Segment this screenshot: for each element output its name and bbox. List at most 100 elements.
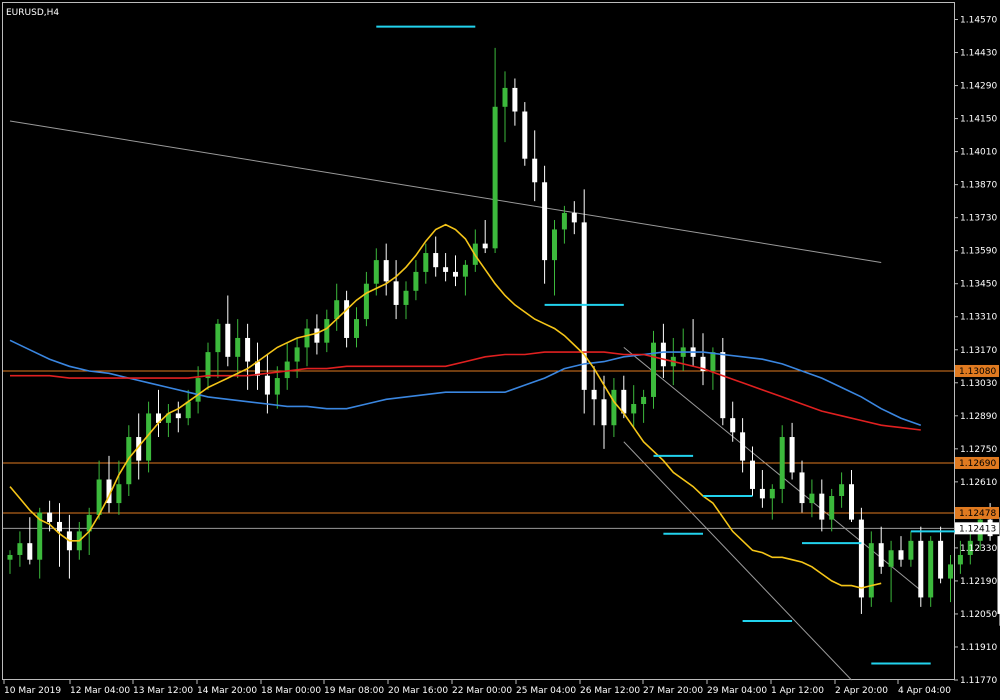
- y-axis: 1.14570 1.14430 1.14290 1.14150 1.14010 1.138…: [954, 16, 999, 686]
- candle-body: [274, 378, 280, 395]
- x-tick-label: 12 Mar 04:00: [70, 686, 130, 696]
- candle-body: [898, 550, 904, 560]
- candle-body: [344, 300, 350, 338]
- candle-body: [542, 182, 548, 261]
- candle-body: [660, 342, 666, 367]
- candle-body: [284, 361, 290, 379]
- candle-body: [453, 271, 458, 277]
- candle-body: [908, 540, 914, 560]
- candle-body: [759, 488, 765, 499]
- candle-body: [532, 158, 538, 183]
- level-price-label: 1.12690: [959, 459, 996, 469]
- candle-body: [383, 260, 389, 282]
- candle-body: [492, 106, 498, 249]
- candle-body: [482, 243, 488, 249]
- y-tick-label: 1.11910: [960, 643, 997, 653]
- level-price-label: 1.12478: [959, 509, 996, 519]
- candle-body: [829, 496, 835, 520]
- candle-body: [621, 389, 627, 414]
- x-tick-label: 4 Apr 04:00: [898, 686, 951, 696]
- candle-body: [611, 389, 617, 426]
- candle-body: [116, 484, 122, 504]
- candle-body: [413, 271, 419, 291]
- candle-body: [957, 554, 963, 565]
- candle-body: [175, 413, 181, 419]
- candle-body: [393, 281, 399, 305]
- candle-body: [363, 283, 369, 320]
- candle-body: [334, 300, 340, 320]
- x-tick-label: 26 Mar 12:00: [580, 686, 640, 696]
- candle-body: [878, 543, 884, 567]
- x-tick-label: 29 Mar 04:00: [707, 686, 767, 696]
- x-tick-label: 13 Mar 12:00: [133, 686, 193, 696]
- y-tick-label: 1.11770: [960, 676, 997, 686]
- candle-body: [769, 488, 775, 499]
- candle-body: [779, 437, 785, 489]
- candle-body: [47, 512, 53, 522]
- candle-body: [304, 328, 310, 348]
- candle-body: [433, 253, 439, 268]
- candle-body: [403, 290, 409, 305]
- candle-body: [868, 543, 874, 598]
- y-tick-label: 1.13170: [960, 346, 997, 356]
- candle-body: [710, 352, 716, 371]
- x-tick-label: 20 Mar 16:00: [388, 686, 448, 696]
- y-tick-label: 1.13870: [960, 181, 997, 191]
- y-tick-label: 1.12330: [960, 544, 997, 554]
- candle-body: [443, 267, 449, 272]
- candle-body: [423, 253, 429, 272]
- candle-body: [215, 323, 221, 353]
- candle-body: [651, 342, 656, 397]
- candle-body: [888, 550, 894, 567]
- y-tick-label: 1.13310: [960, 313, 997, 323]
- candle-body: [858, 519, 864, 598]
- candle-body: [57, 521, 62, 532]
- candle-body: [264, 375, 270, 395]
- candle-body: [522, 111, 528, 159]
- candle-body: [561, 212, 567, 230]
- y-tick-label: 1.14570: [960, 16, 997, 26]
- x-tick-label: 18 Mar 00:00: [261, 686, 321, 696]
- candle-body: [918, 540, 924, 598]
- x-tick-label: 25 Mar 04:00: [516, 686, 576, 696]
- x-tick-label: 1 Apr 12:00: [771, 686, 824, 696]
- candle-body: [938, 540, 944, 579]
- candle-body: [839, 484, 845, 497]
- candle-body: [730, 418, 736, 433]
- candle-body: [641, 396, 647, 405]
- chart-title: EURUSD,H4: [6, 8, 59, 18]
- y-tick-label: 1.14290: [960, 82, 997, 92]
- y-tick-label: 1.12750: [960, 445, 997, 455]
- x-tick-label: 10 Mar 2019: [4, 686, 61, 696]
- y-tick-label: 1.13450: [960, 280, 997, 290]
- y-tick-label: 1.13730: [960, 214, 997, 224]
- y-tick-label: 1.14010: [960, 148, 997, 158]
- candle-body: [195, 378, 201, 402]
- candle-body: [552, 229, 557, 261]
- candle-body: [601, 399, 607, 426]
- y-tick-label: 1.12050: [960, 610, 997, 620]
- candle-body: [631, 404, 637, 414]
- candle-body: [799, 472, 805, 504]
- candle-body: [7, 554, 13, 560]
- x-tick-label: 14 Mar 20:00: [197, 686, 257, 696]
- candle-body: [314, 328, 320, 343]
- candle-body: [502, 87, 508, 107]
- candle-body: [245, 337, 251, 362]
- level-price-label: 1.13080: [959, 367, 996, 377]
- y-tick-label: 1.12190: [960, 577, 997, 587]
- chart-window[interactable]: 1.14570 1.14430 1.14290 1.14150 1.14010 1.138…: [0, 0, 1000, 700]
- x-tick-label: 22 Mar 00:00: [452, 686, 512, 696]
- candle-body: [373, 260, 379, 284]
- candle-body: [928, 540, 934, 598]
- y-tick-label: 1.13590: [960, 247, 997, 257]
- price-chart[interactable]: 1.14570 1.14430 1.14290 1.14150 1.14010 1.138…: [0, 0, 1000, 700]
- candle-body: [205, 352, 211, 379]
- candle-body: [324, 319, 330, 343]
- y-tick-label: 1.13030: [960, 379, 997, 389]
- candle-body: [571, 212, 577, 223]
- x-tick-label: 19 Mar 08:00: [324, 686, 384, 696]
- x-tick-label: 27 Mar 20:00: [643, 686, 703, 696]
- y-tick-label: 1.12610: [960, 478, 997, 488]
- candle-body: [740, 432, 746, 461]
